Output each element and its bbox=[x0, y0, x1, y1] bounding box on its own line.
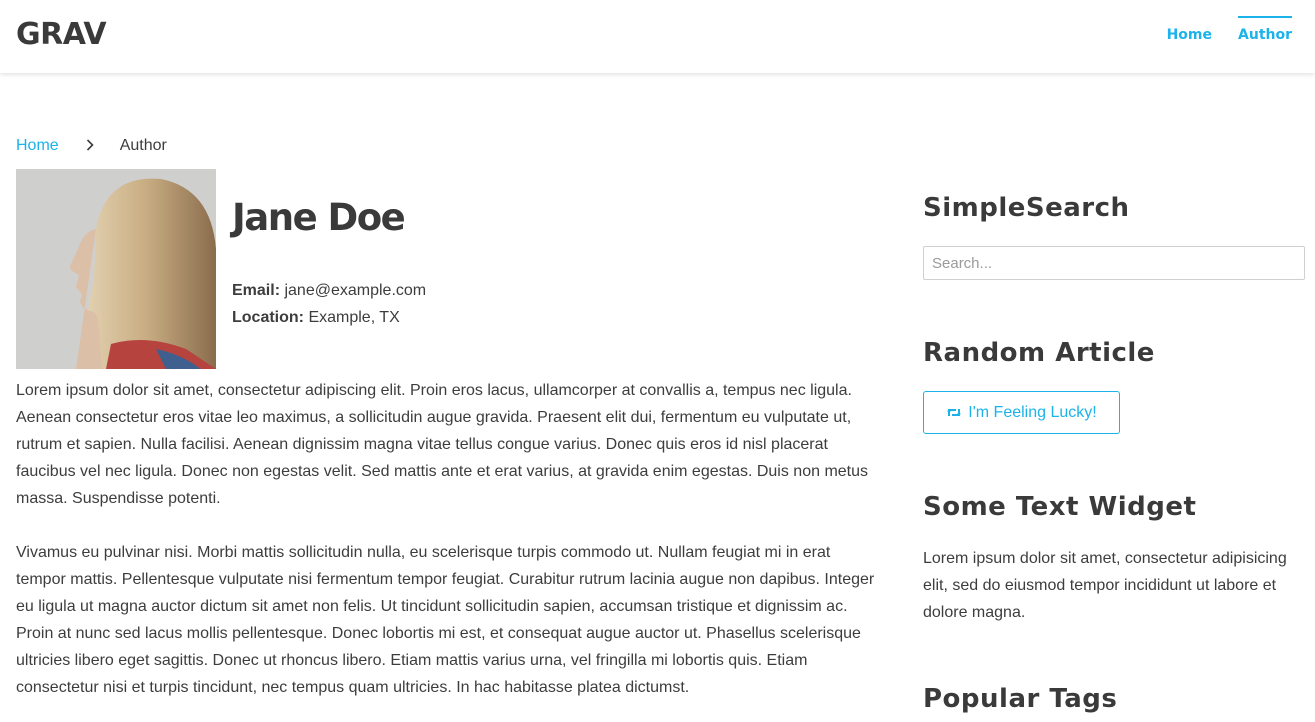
text-widget-body: Lorem ipsum dolor sit amet, consectetur … bbox=[923, 550, 1287, 621]
feeling-lucky-label: I'm Feeling Lucky! bbox=[968, 403, 1097, 421]
site-header: GRAV Home Author bbox=[0, 0, 1315, 73]
author-location-row: Location: Example, TX bbox=[232, 309, 400, 327]
nav-item-home[interactable]: Home bbox=[1167, 16, 1212, 43]
simplesearch-title: SimpleSearch bbox=[923, 193, 1130, 223]
breadcrumb-home-link[interactable]: Home bbox=[16, 137, 59, 155]
author-avatar bbox=[16, 169, 216, 369]
retweet-icon bbox=[947, 409, 962, 416]
text-widget-title: Some Text Widget bbox=[923, 492, 1197, 522]
breadcrumb-current: Author bbox=[119, 136, 167, 154]
bio-paragraph-2: Vivamus eu pulvinar nisi. Morbi mattis s… bbox=[16, 544, 875, 696]
author-location: Example, TX bbox=[308, 309, 400, 326]
nav-item-author[interactable]: Author bbox=[1238, 16, 1292, 43]
bio-paragraph-1: Lorem ipsum dolor sit amet, consectetur … bbox=[16, 382, 869, 507]
author-name: Jane Doe bbox=[232, 196, 406, 239]
main-nav: Home Author bbox=[1141, 16, 1292, 43]
author-email[interactable]: jane@example.com bbox=[284, 282, 426, 299]
author-email-row: Email: jane@example.com bbox=[232, 282, 426, 300]
search-input[interactable] bbox=[923, 246, 1305, 280]
site-logo[interactable]: GRAV bbox=[16, 17, 107, 52]
breadcrumb: Home Author bbox=[16, 135, 167, 156]
popular-tags-title: Popular Tags bbox=[923, 684, 1118, 714]
feeling-lucky-button[interactable]: I'm Feeling Lucky! bbox=[923, 391, 1120, 434]
location-label: Location: bbox=[232, 309, 304, 326]
email-label: Email: bbox=[232, 282, 281, 299]
chevron-right-icon bbox=[86, 135, 94, 156]
random-article-title: Random Article bbox=[923, 338, 1155, 368]
